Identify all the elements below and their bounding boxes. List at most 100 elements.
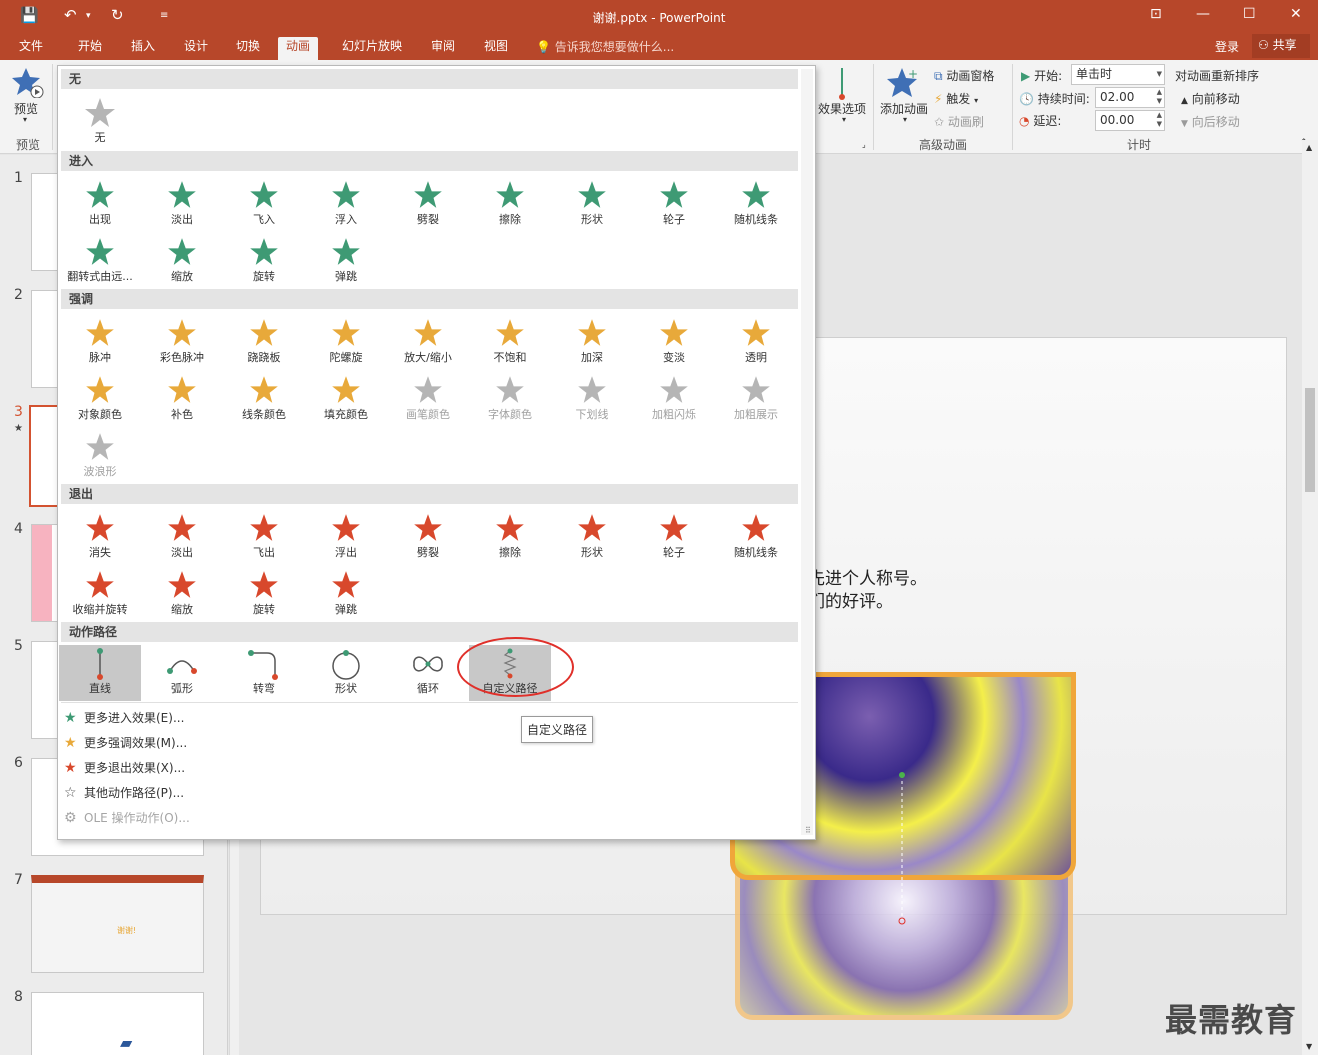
ribbon-display-icon[interactable]: ⊡ — [1150, 6, 1162, 22]
effect-emphasis-12[interactable]: 填充颜色 — [305, 371, 387, 427]
effect-exit-2[interactable]: 飞出 — [223, 509, 305, 565]
slide-thumbnail-8[interactable]: ▰ — [31, 992, 204, 1055]
add-animation-icon[interactable]: + — [886, 66, 920, 100]
effect-exit-7[interactable]: 轮子 — [633, 509, 715, 565]
gallery-scrollbar[interactable] — [801, 69, 813, 835]
motion-path-1[interactable]: 弧形 — [141, 645, 223, 701]
effect-entrance-12[interactable]: 弹跳 — [305, 233, 387, 289]
minimize-icon[interactable]: — — [1196, 6, 1210, 22]
effect-exit-4[interactable]: 劈裂 — [387, 509, 469, 565]
tab-insert[interactable]: 插入 — [123, 37, 163, 60]
trigger-button[interactable]: ⚡ 触发 ▾ — [934, 90, 978, 107]
effect-exit-5[interactable]: 擦除 — [469, 509, 551, 565]
move-earlier-button[interactable]: ▲ 向前移动 — [1181, 90, 1240, 107]
effect-entrance-5[interactable]: 擦除 — [469, 176, 551, 232]
scroll-up-icon[interactable]: ▲ — [1306, 143, 1312, 152]
effect-entrance-1[interactable]: 淡出 — [141, 176, 223, 232]
effect-emphasis-6[interactable]: 加深 — [551, 314, 633, 370]
effect-entrance-11[interactable]: 旋转 — [223, 233, 305, 289]
effect-emphasis-17[interactable]: 加粗展示 — [715, 371, 797, 427]
effect-exit-8[interactable]: 随机线条 — [715, 509, 797, 565]
motion-path-3[interactable]: 形状 — [305, 645, 387, 701]
effect-emphasis-8[interactable]: 透明 — [715, 314, 797, 370]
more-emphasis-effects[interactable]: ★ 更多强调效果(M)... — [64, 734, 187, 751]
effect-entrance-10[interactable]: 缩放 — [141, 233, 223, 289]
effect-exit-1[interactable]: 淡出 — [141, 509, 223, 565]
delay-spinner[interactable]: 00.00 ▲ ▼ — [1095, 110, 1165, 131]
effect-emphasis-15[interactable]: 下划线 — [551, 371, 633, 427]
animation-pane-button[interactable]: ⧉ 动画窗格 — [934, 67, 994, 84]
resize-grip-icon[interactable]: ⠿ — [805, 826, 811, 835]
effect-emphasis-9[interactable]: 对象颜色 — [59, 371, 141, 427]
effect-emphasis-2[interactable]: 跷跷板 — [223, 314, 305, 370]
scrollbar-thumb[interactable] — [1305, 388, 1315, 492]
move-later-button[interactable]: ▼ 向后移动 — [1181, 113, 1240, 130]
tell-me-search[interactable]: 💡 告诉我您想要做什么... — [536, 38, 674, 55]
duration-spinner[interactable]: 02.00 ▲ ▼ — [1095, 87, 1165, 108]
close-icon[interactable]: ✕ — [1290, 6, 1302, 22]
effect-entrance-8[interactable]: 随机线条 — [715, 176, 797, 232]
effect-entrance-0[interactable]: 出现 — [59, 176, 141, 232]
slide-thumbnail-7[interactable]: 谢谢! — [31, 875, 204, 973]
effect-entrance-4[interactable]: 劈裂 — [387, 176, 469, 232]
slide-text-line1[interactable]: 先进个人称号。 — [808, 564, 927, 589]
tab-view[interactable]: 视图 — [476, 37, 516, 60]
effect-emphasis-11[interactable]: 线条颜色 — [223, 371, 305, 427]
effect-label: 透明 — [745, 351, 767, 364]
reorder-title: 对动画重新排序 — [1175, 69, 1260, 83]
effect-emphasis-7[interactable]: 变淡 — [633, 314, 715, 370]
effect-exit-10[interactable]: 缩放 — [141, 566, 223, 622]
slide-text-line2[interactable]: 们的好评。 — [808, 587, 893, 612]
effect-emphasis-18[interactable]: 波浪形 — [59, 428, 141, 484]
motion-path-0[interactable]: 直线 — [59, 645, 141, 701]
tab-slideshow[interactable]: 幻灯片放映 — [334, 37, 410, 60]
motion-path-line[interactable] — [895, 770, 909, 926]
tab-file[interactable]: 文件 — [11, 37, 51, 60]
preview-star-icon[interactable] — [12, 66, 44, 98]
more-motion-paths[interactable]: ☆ 其他动作路径(P)... — [64, 784, 184, 801]
effect-options-icon[interactable] — [835, 66, 849, 100]
scroll-down-icon[interactable]: ▼ — [1306, 1042, 1312, 1051]
animation-painter-button[interactable]: ✩ 动画刷 — [934, 113, 984, 130]
effect-emphasis-3[interactable]: 陀螺旋 — [305, 314, 387, 370]
effect-none[interactable]: 无 — [59, 94, 141, 150]
effect-exit-0[interactable]: 消失 — [59, 509, 141, 565]
maximize-icon[interactable]: ☐ — [1243, 6, 1256, 22]
start-select[interactable]: 单击时 ▼ — [1071, 64, 1165, 85]
effect-emphasis-0[interactable]: 脉冲 — [59, 314, 141, 370]
login-link[interactable]: 登录 — [1215, 38, 1239, 55]
tab-transitions[interactable]: 切换 — [228, 37, 268, 60]
effect-emphasis-14[interactable]: 字体颜色 — [469, 371, 551, 427]
effect-emphasis-13[interactable]: 画笔颜色 — [387, 371, 469, 427]
preview-dropdown-icon[interactable]: ▾ — [23, 115, 27, 124]
effect-exit-9[interactable]: 收缩并旋转 — [59, 566, 141, 622]
editor-scrollbar[interactable]: ▲ ▼ — [1302, 140, 1318, 1055]
tab-home[interactable]: 开始 — [70, 37, 110, 60]
tab-design[interactable]: 设计 — [176, 37, 216, 60]
motion-path-2[interactable]: 转弯 — [223, 645, 305, 701]
effect-emphasis-16[interactable]: 加粗闪烁 — [633, 371, 715, 427]
effect-entrance-3[interactable]: 浮入 — [305, 176, 387, 232]
effect-exit-12[interactable]: 弹跳 — [305, 566, 387, 622]
effect-exit-3[interactable]: 浮出 — [305, 509, 387, 565]
add-animation-dropdown-icon[interactable]: ▾ — [903, 115, 907, 124]
tab-review[interactable]: 审阅 — [423, 37, 463, 60]
effect-entrance-9[interactable]: 翻转式由远... — [59, 233, 141, 289]
ole-action-verbs[interactable]: ⚙ OLE 操作动作(O)... — [64, 809, 190, 826]
effect-exit-6[interactable]: 形状 — [551, 509, 633, 565]
effect-entrance-7[interactable]: 轮子 — [633, 176, 715, 232]
effect-emphasis-10[interactable]: 补色 — [141, 371, 223, 427]
effect-entrance-6[interactable]: 形状 — [551, 176, 633, 232]
tab-animations[interactable]: 动画 — [278, 37, 319, 60]
effect-options-dropdown-icon[interactable]: ▾ — [842, 115, 846, 124]
share-button[interactable]: ⚇ 共享 — [1252, 34, 1310, 58]
effect-entrance-2[interactable]: 飞入 — [223, 176, 305, 232]
more-exit-effects[interactable]: ★ 更多退出效果(X)... — [64, 759, 185, 776]
dialog-launcher-icon[interactable]: ⌟ — [862, 140, 866, 149]
effect-exit-11[interactable]: 旋转 — [223, 566, 305, 622]
effect-emphasis-5[interactable]: 不饱和 — [469, 314, 551, 370]
motion-path-4[interactable]: 循环 — [387, 645, 469, 701]
more-entrance-effects[interactable]: ★ 更多进入效果(E)... — [64, 709, 184, 726]
effect-emphasis-4[interactable]: 放大/缩小 — [387, 314, 469, 370]
effect-emphasis-1[interactable]: 彩色脉冲 — [141, 314, 223, 370]
